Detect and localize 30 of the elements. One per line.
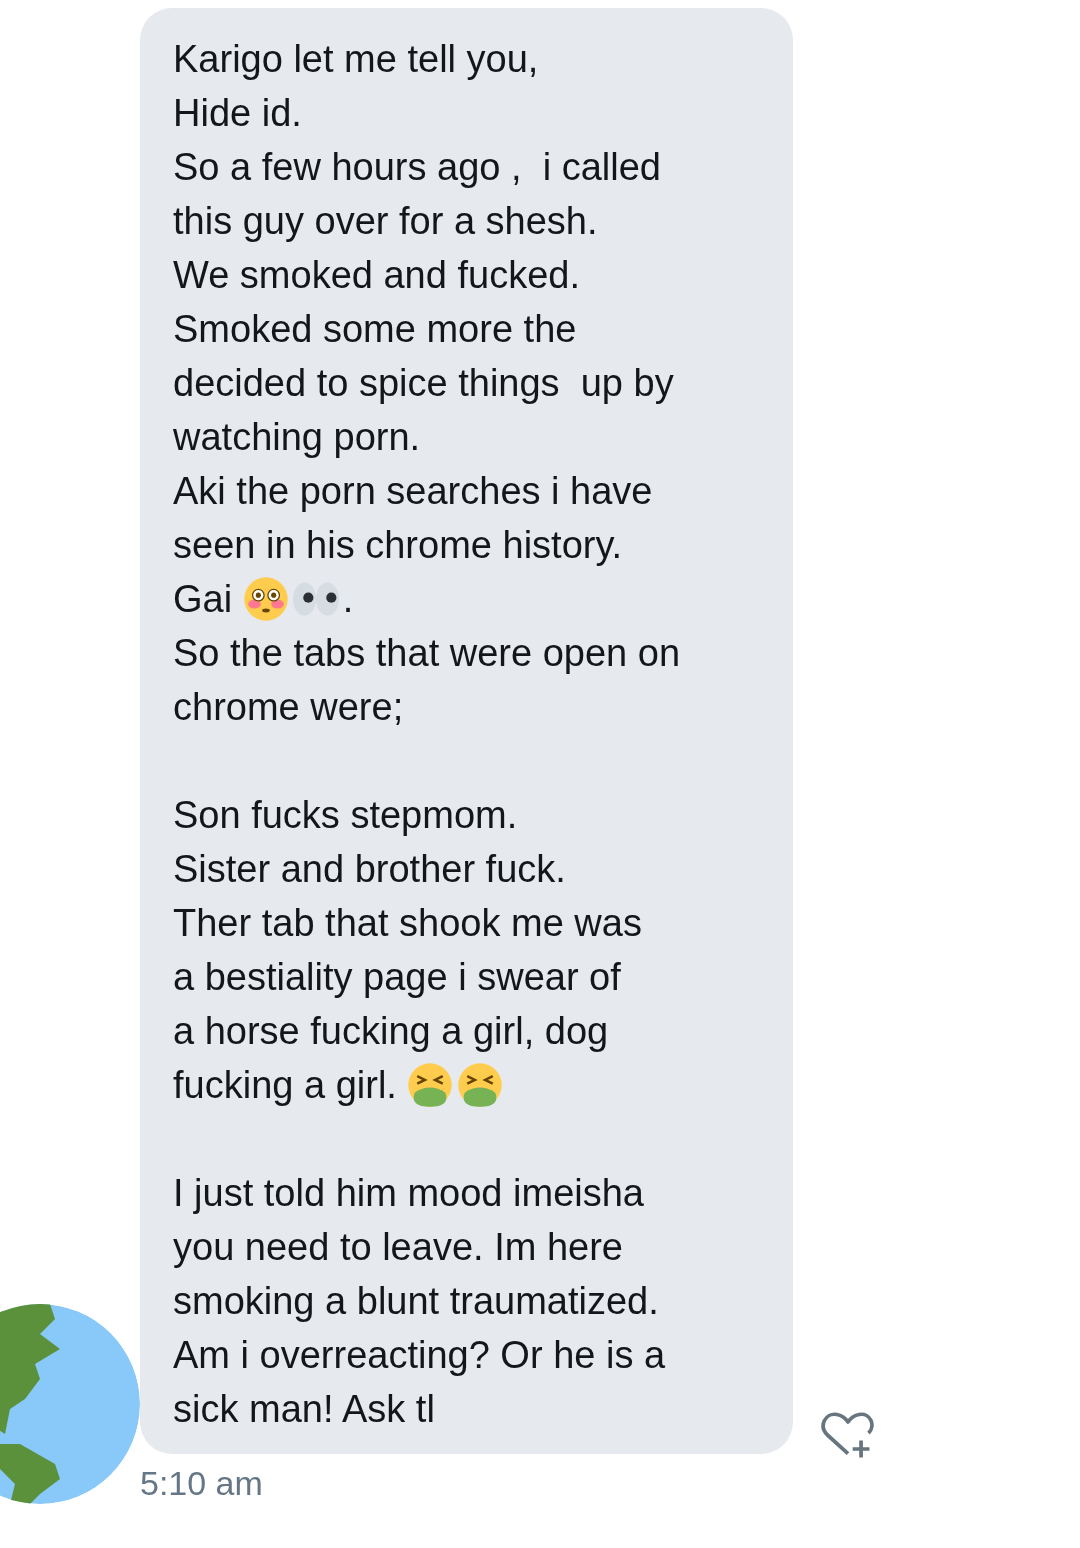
message-line: smoking a blunt traumatized. [173,1279,660,1324]
message-line: this guy over for a shesh. [173,199,599,244]
message-line: fucking a girl. [173,1058,773,1112]
message-line: chrome were; [173,685,405,730]
message-line: watching porn. [173,415,422,460]
message-line: seen in his chrome history. [173,523,624,568]
message-line: sick man! Ask tl [173,1387,436,1432]
globe-avatar[interactable] [0,1304,140,1504]
message-line: We smoked and fucked. [173,253,581,298]
message-line: Karigo let me tell you, [173,37,540,82]
message-line: a horse fucking a girl, dog [173,1009,610,1054]
message-line: Sister and brother fuck. [173,847,567,892]
message-line: So a few hours ago , i called [173,145,662,190]
message-line: Ther tab that shook me was [173,901,643,946]
vomiting-face-icon [457,1062,504,1108]
message-line: you need to leave. Im here [173,1225,624,1270]
message-line: Son fucks stepmom. [173,793,519,838]
message-line: decided to spice things up by [173,361,675,406]
vomiting-face-icon [407,1062,454,1108]
flushed-face-icon [242,576,289,622]
message-line: Gai . [173,575,355,624]
message-line: So the tabs that were open on [173,631,682,676]
message-line: Am i overreacting? Or he is a [173,1333,667,1378]
message-line: Smoked some more the [173,307,578,352]
message-line: a bestiality page i swear of [173,955,622,1000]
message-line: Hide id. [173,91,303,136]
message-line: Aki the porn searches i have [173,469,654,514]
heart-plus-icon[interactable] [820,1410,876,1460]
message-time: 5:10 am [140,1464,264,1503]
message-line: I just told him mood imeisha [173,1171,645,1216]
